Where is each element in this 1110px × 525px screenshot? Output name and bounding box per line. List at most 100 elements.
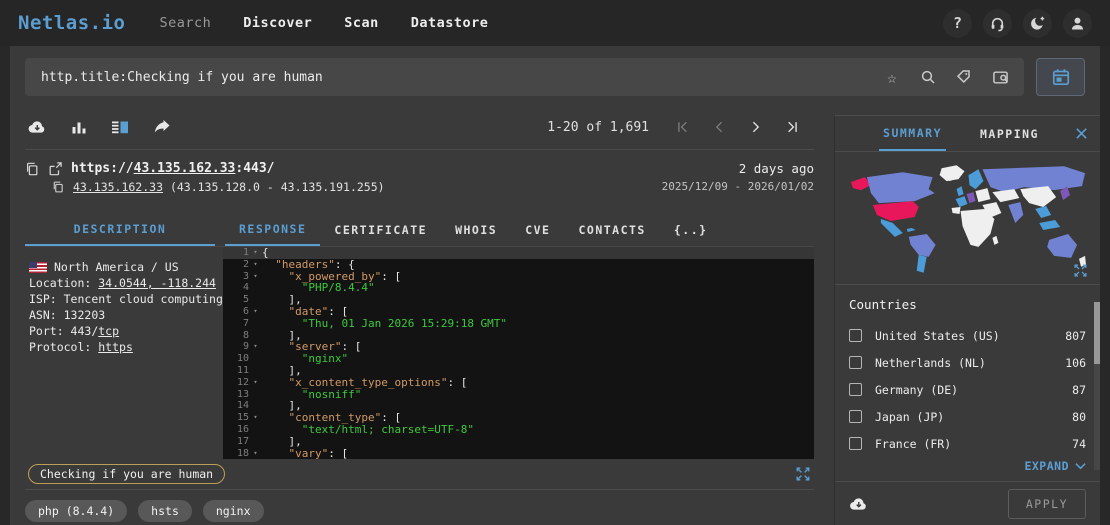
country-filter-row[interactable]: Germany (DE) 87: [849, 376, 1086, 403]
date-filter-button[interactable]: [1036, 58, 1085, 96]
fold-caret-icon[interactable]: [249, 282, 262, 294]
country-count: 87: [1072, 383, 1086, 397]
code-line: 16 "text/html; charset=UTF-8": [223, 424, 814, 436]
fold-caret-icon[interactable]: [249, 424, 262, 436]
fold-caret-icon[interactable]: [249, 436, 262, 448]
code-text: "nosniff": [262, 389, 814, 401]
fold-caret-icon[interactable]: [249, 330, 262, 342]
last-page-icon[interactable]: [774, 114, 811, 140]
country-filter-row[interactable]: United States (US) 807: [849, 322, 1086, 349]
result-url[interactable]: https://43.135.162.33:443/: [71, 161, 275, 176]
field-label: Location:: [29, 276, 98, 290]
nav-item[interactable]: Datastore: [411, 15, 489, 31]
open-external-icon[interactable]: [48, 162, 62, 176]
code-text: "nginx": [262, 353, 814, 365]
search-box[interactable]: ☆: [25, 58, 1024, 96]
field-link[interactable]: tcp: [98, 324, 119, 338]
result-tab[interactable]: CONTACTS: [564, 214, 659, 246]
checkbox[interactable]: [849, 383, 862, 396]
nav-item[interactable]: Scan: [344, 15, 379, 31]
result-tab[interactable]: CERTIFICATE: [320, 214, 441, 246]
field-link[interactable]: https: [98, 340, 133, 354]
fold-caret-icon[interactable]: ▾: [249, 341, 262, 353]
fold-caret-icon[interactable]: ▾: [249, 247, 262, 259]
netlas-logo[interactable]: Netlas.io: [18, 12, 125, 34]
fold-caret-icon[interactable]: ▾: [249, 412, 262, 424]
nav-item[interactable]: Discover: [243, 15, 312, 31]
fold-caret-icon[interactable]: ▾: [249, 448, 262, 459]
tab-description[interactable]: DESCRIPTION: [25, 214, 215, 246]
http-title-chip[interactable]: Checking if you are human: [28, 464, 225, 484]
result-header: https://43.135.162.33:443/ 43.135.162.33…: [25, 150, 814, 212]
sidebar-tab[interactable]: MAPPING: [976, 116, 1043, 151]
field-label: Protocol:: [29, 340, 98, 354]
report-chart-icon[interactable]: [71, 119, 87, 135]
result-tab[interactable]: RESPONSE: [225, 214, 320, 246]
world-map[interactable]: [845, 157, 1090, 281]
first-page-icon[interactable]: [663, 114, 700, 140]
expand-map-icon[interactable]: [1073, 263, 1088, 278]
tech-tag[interactable]: hsts: [138, 500, 192, 522]
country-count: 74: [1072, 437, 1086, 451]
country-label: Netherlands (NL): [875, 356, 986, 370]
image-search-icon[interactable]: [982, 58, 1018, 96]
content-area: 1-20 of 1,691: [10, 105, 1100, 525]
field-link[interactable]: 34.0544, -118.244: [98, 276, 216, 290]
line-number: 14: [223, 400, 249, 412]
favorite-star-icon[interactable]: ☆: [874, 58, 910, 96]
result-tab[interactable]: CVE: [511, 214, 564, 246]
fold-caret-icon[interactable]: [249, 353, 262, 365]
response-code-viewer[interactable]: 1 ▾ { 2 ▾ "headers": { 3 ▾ "x_powered_by…: [223, 247, 814, 459]
result-tab[interactable]: {..}: [660, 214, 722, 246]
apply-button[interactable]: APPLY: [1008, 489, 1086, 519]
close-icon[interactable]: [1075, 127, 1088, 140]
search-icon[interactable]: [910, 58, 946, 96]
tag-icon[interactable]: [946, 58, 982, 96]
sidebar-tab[interactable]: SUMMARY: [879, 116, 946, 151]
fold-caret-icon[interactable]: [249, 400, 262, 412]
scrollbar-thumb[interactable]: [1094, 302, 1100, 364]
sidebar-scrollbar[interactable]: [1094, 302, 1100, 470]
support-headset-icon[interactable]: [983, 9, 1012, 38]
url-ip-link[interactable]: 43.135.162.33: [134, 161, 236, 176]
nav-item[interactable]: Search: [159, 15, 211, 31]
checkbox[interactable]: [849, 329, 862, 342]
line-number: 11: [223, 365, 249, 377]
field-value: 132203: [64, 308, 106, 322]
tech-tag[interactable]: nginx: [203, 500, 264, 522]
code-text: "text/html; charset=UTF-8": [262, 424, 814, 436]
download-results-icon[interactable]: [28, 119, 47, 135]
checkbox[interactable]: [849, 437, 862, 450]
checkbox[interactable]: [849, 410, 862, 423]
country-filter-row[interactable]: France (FR) 74: [849, 430, 1086, 457]
fold-caret-icon[interactable]: ▾: [249, 259, 262, 271]
subnet-ip-link[interactable]: 43.135.162.33: [73, 180, 163, 194]
next-page-icon[interactable]: [737, 114, 774, 140]
result-tab[interactable]: WHOIS: [441, 214, 511, 246]
fold-caret-icon[interactable]: [249, 294, 262, 306]
checkbox[interactable]: [849, 356, 862, 369]
share-icon[interactable]: [153, 119, 171, 135]
fold-caret-icon[interactable]: [249, 365, 262, 377]
pagination-label: 1-20 of 1,691: [547, 120, 649, 135]
tech-tag[interactable]: php (8.4.4): [25, 500, 127, 522]
expand-countries-link[interactable]: EXPAND: [835, 457, 1100, 481]
copy-url-icon[interactable]: [25, 162, 39, 176]
search-input[interactable]: [39, 69, 874, 86]
download-filters-icon[interactable]: [849, 496, 869, 512]
fold-caret-icon[interactable]: [249, 389, 262, 401]
previous-page-icon[interactable]: [700, 114, 737, 140]
dark-theme-icon[interactable]: [1023, 9, 1052, 38]
view-layout-icon[interactable]: [111, 119, 129, 135]
expand-response-icon[interactable]: [795, 466, 811, 482]
fold-caret-icon[interactable]: ▾: [249, 377, 262, 389]
fold-caret-icon[interactable]: ▾: [249, 306, 262, 318]
code-text: "vary": [: [262, 448, 814, 459]
help-icon[interactable]: ?: [943, 9, 972, 38]
fold-caret-icon[interactable]: ▾: [249, 271, 262, 283]
copy-subnet-icon[interactable]: [52, 181, 64, 193]
account-icon[interactable]: [1063, 9, 1092, 38]
country-filter-row[interactable]: Netherlands (NL) 106: [849, 349, 1086, 376]
country-filter-row[interactable]: Japan (JP) 80: [849, 403, 1086, 430]
fold-caret-icon[interactable]: [249, 318, 262, 330]
